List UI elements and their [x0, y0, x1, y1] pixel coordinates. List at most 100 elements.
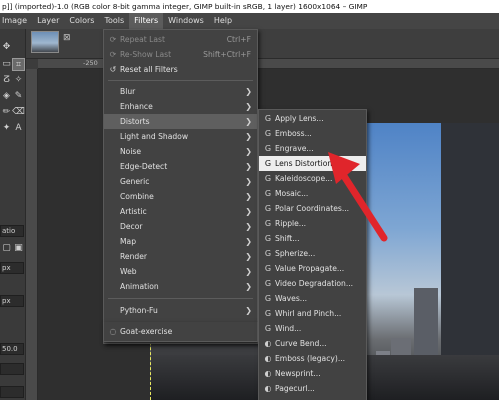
- gegl-icon: G: [264, 309, 272, 318]
- gegl-icon: G: [264, 114, 272, 123]
- chevron-right-icon: ❯: [245, 147, 252, 156]
- chain-link-icon[interactable]: ▣: [12, 242, 25, 255]
- menu-label: Re-Show Last: [120, 50, 172, 59]
- repeat-last-item[interactable]: ⟳ Repeat Last Ctrl+F: [104, 32, 257, 47]
- value-field[interactable]: 50.0: [0, 343, 24, 355]
- submenu-map[interactable]: Map ❯: [104, 234, 257, 249]
- menu-filters[interactable]: Filters: [129, 13, 164, 29]
- close-icon[interactable]: ⊠: [63, 33, 71, 43]
- menu-label: Edge-Detect: [120, 162, 168, 171]
- shortcut-label: Shift+Ctrl+F: [203, 50, 251, 59]
- move-tool-icon[interactable]: ✥: [0, 41, 13, 54]
- gegl-icon: G: [264, 219, 272, 228]
- chevron-right-icon: ❯: [245, 267, 252, 276]
- menu-label: Curve Bend...: [275, 339, 327, 348]
- menu-label: Whirl and Pinch...: [275, 309, 342, 318]
- menu-help[interactable]: Help: [209, 13, 237, 29]
- image-tabs: ⊠: [26, 29, 499, 59]
- whirl-and-pinch-item[interactable]: G Whirl and Pinch...: [259, 306, 366, 321]
- menu-windows[interactable]: Windows: [163, 13, 209, 29]
- gegl-icon: G: [264, 159, 272, 168]
- menu-label: Artistic: [120, 207, 147, 216]
- menu-tools[interactable]: Tools: [99, 13, 129, 29]
- reshow-last-item[interactable]: ⟳ Re-Show Last Shift+Ctrl+F: [104, 47, 257, 62]
- apply-lens-item[interactable]: G Apply Lens...: [259, 111, 366, 126]
- filters-menu: ⟳ Repeat Last Ctrl+F ⟳ Re-Show Last Shif…: [103, 29, 258, 344]
- paintbrush-icon[interactable]: ✎: [12, 90, 25, 103]
- submenu-artistic[interactable]: Artistic ❯: [104, 204, 257, 219]
- emboss-item[interactable]: G Emboss...: [259, 126, 366, 141]
- menu-bar: Image Layer Colors Tools Filters Windows…: [0, 13, 499, 29]
- menu-label: Animation: [120, 282, 159, 291]
- menu-label: Blur: [120, 87, 136, 96]
- aspect-field[interactable]: atio: [0, 225, 24, 237]
- emboss-legacy-item[interactable]: ◐ Emboss (legacy)...: [259, 351, 366, 366]
- newsprint-item[interactable]: ◐ Newsprint...: [259, 366, 366, 381]
- menu-separator: [108, 298, 253, 299]
- submenu-render[interactable]: Render ❯: [104, 249, 257, 264]
- vertical-ruler[interactable]: [26, 69, 38, 400]
- submenu-distorts[interactable]: Distorts ❯: [104, 114, 257, 129]
- menu-label: Enhance: [120, 102, 153, 111]
- gegl-icon: G: [264, 189, 272, 198]
- chevron-right-icon: ❯: [245, 306, 252, 315]
- pagecurl-item[interactable]: ◐ Pagecurl...: [259, 381, 366, 396]
- fuzzy-select-icon[interactable]: ✧: [12, 74, 25, 87]
- chevron-right-icon: ❯: [245, 207, 252, 216]
- submenu-combine[interactable]: Combine ❯: [104, 189, 257, 204]
- shortcut-label: Ctrl+F: [226, 35, 251, 44]
- reset-filters-item[interactable]: ↺ Reset all Filters: [104, 62, 257, 77]
- image-thumbnail[interactable]: [31, 31, 59, 53]
- menu-label: Video Degradation...: [275, 279, 354, 288]
- submenu-blur[interactable]: Blur ❯: [104, 84, 257, 99]
- goat-exercise-item[interactable]: ◌ Goat-exercise: [104, 324, 257, 339]
- submenu-decor[interactable]: Decor ❯: [104, 219, 257, 234]
- menu-label: Map: [120, 237, 137, 246]
- unit-select-1[interactable]: px: [0, 262, 24, 274]
- align-tool-icon[interactable]: ▭: [0, 58, 13, 71]
- menu-label: Engrave...: [275, 144, 314, 153]
- menu-image[interactable]: Image: [0, 13, 32, 29]
- submenu-light-and-shadow[interactable]: Light and Shadow ❯: [104, 129, 257, 144]
- option-select-2[interactable]: [0, 386, 24, 398]
- chevron-right-icon: ❯: [245, 117, 252, 126]
- menu-colors[interactable]: Colors: [64, 13, 99, 29]
- video-degradation-item[interactable]: G Video Degradation...: [259, 276, 366, 291]
- menu-label: Repeat Last: [120, 35, 165, 44]
- menu-label: Shift...: [275, 234, 300, 243]
- goat-icon: ◌: [109, 327, 117, 336]
- eraser-icon[interactable]: ⌫: [12, 106, 25, 119]
- submenu-enhance[interactable]: Enhance ❯: [104, 99, 257, 114]
- crop-tool-icon[interactable]: ⌗: [12, 58, 25, 71]
- repeat-icon: ⟳: [109, 35, 117, 44]
- ruler-tick-label: -250: [83, 59, 98, 67]
- submenu-animation[interactable]: Animation ❯: [104, 279, 257, 294]
- unit-select-2[interactable]: px: [0, 295, 24, 307]
- menu-label: Wind...: [275, 324, 302, 333]
- value-propagate-item[interactable]: G Value Propagate...: [259, 261, 366, 276]
- spherize-item[interactable]: G Spherize...: [259, 246, 366, 261]
- menu-label: Emboss (legacy)...: [275, 354, 346, 363]
- text-tool-icon[interactable]: A: [12, 122, 25, 135]
- menu-layer[interactable]: Layer: [32, 13, 64, 29]
- submenu-python-fu[interactable]: Python-Fu ❯: [104, 303, 257, 318]
- option-select[interactable]: [0, 363, 24, 375]
- waves-item[interactable]: G Waves...: [259, 291, 366, 306]
- curve-bend-item[interactable]: ◐ Curve Bend...: [259, 336, 366, 351]
- chevron-right-icon: ❯: [245, 282, 252, 291]
- menu-separator: [108, 80, 253, 81]
- wind-item[interactable]: G Wind...: [259, 321, 366, 336]
- plugin-icon: ◐: [264, 339, 272, 348]
- submenu-web[interactable]: Web ❯: [104, 264, 257, 279]
- gegl-icon: G: [264, 279, 272, 288]
- submenu-generic[interactable]: Generic ❯: [104, 174, 257, 189]
- menu-label: Spherize...: [275, 249, 316, 258]
- menu-label: Web: [120, 267, 137, 276]
- arrow-shaft: [340, 172, 388, 242]
- submenu-noise[interactable]: Noise ❯: [104, 144, 257, 159]
- submenu-edge-detect[interactable]: Edge-Detect ❯: [104, 159, 257, 174]
- menu-label: Light and Shadow: [120, 132, 189, 141]
- menu-label: Generic: [120, 177, 150, 186]
- menu-label: Ripple...: [275, 219, 307, 228]
- gegl-icon: G: [264, 144, 272, 153]
